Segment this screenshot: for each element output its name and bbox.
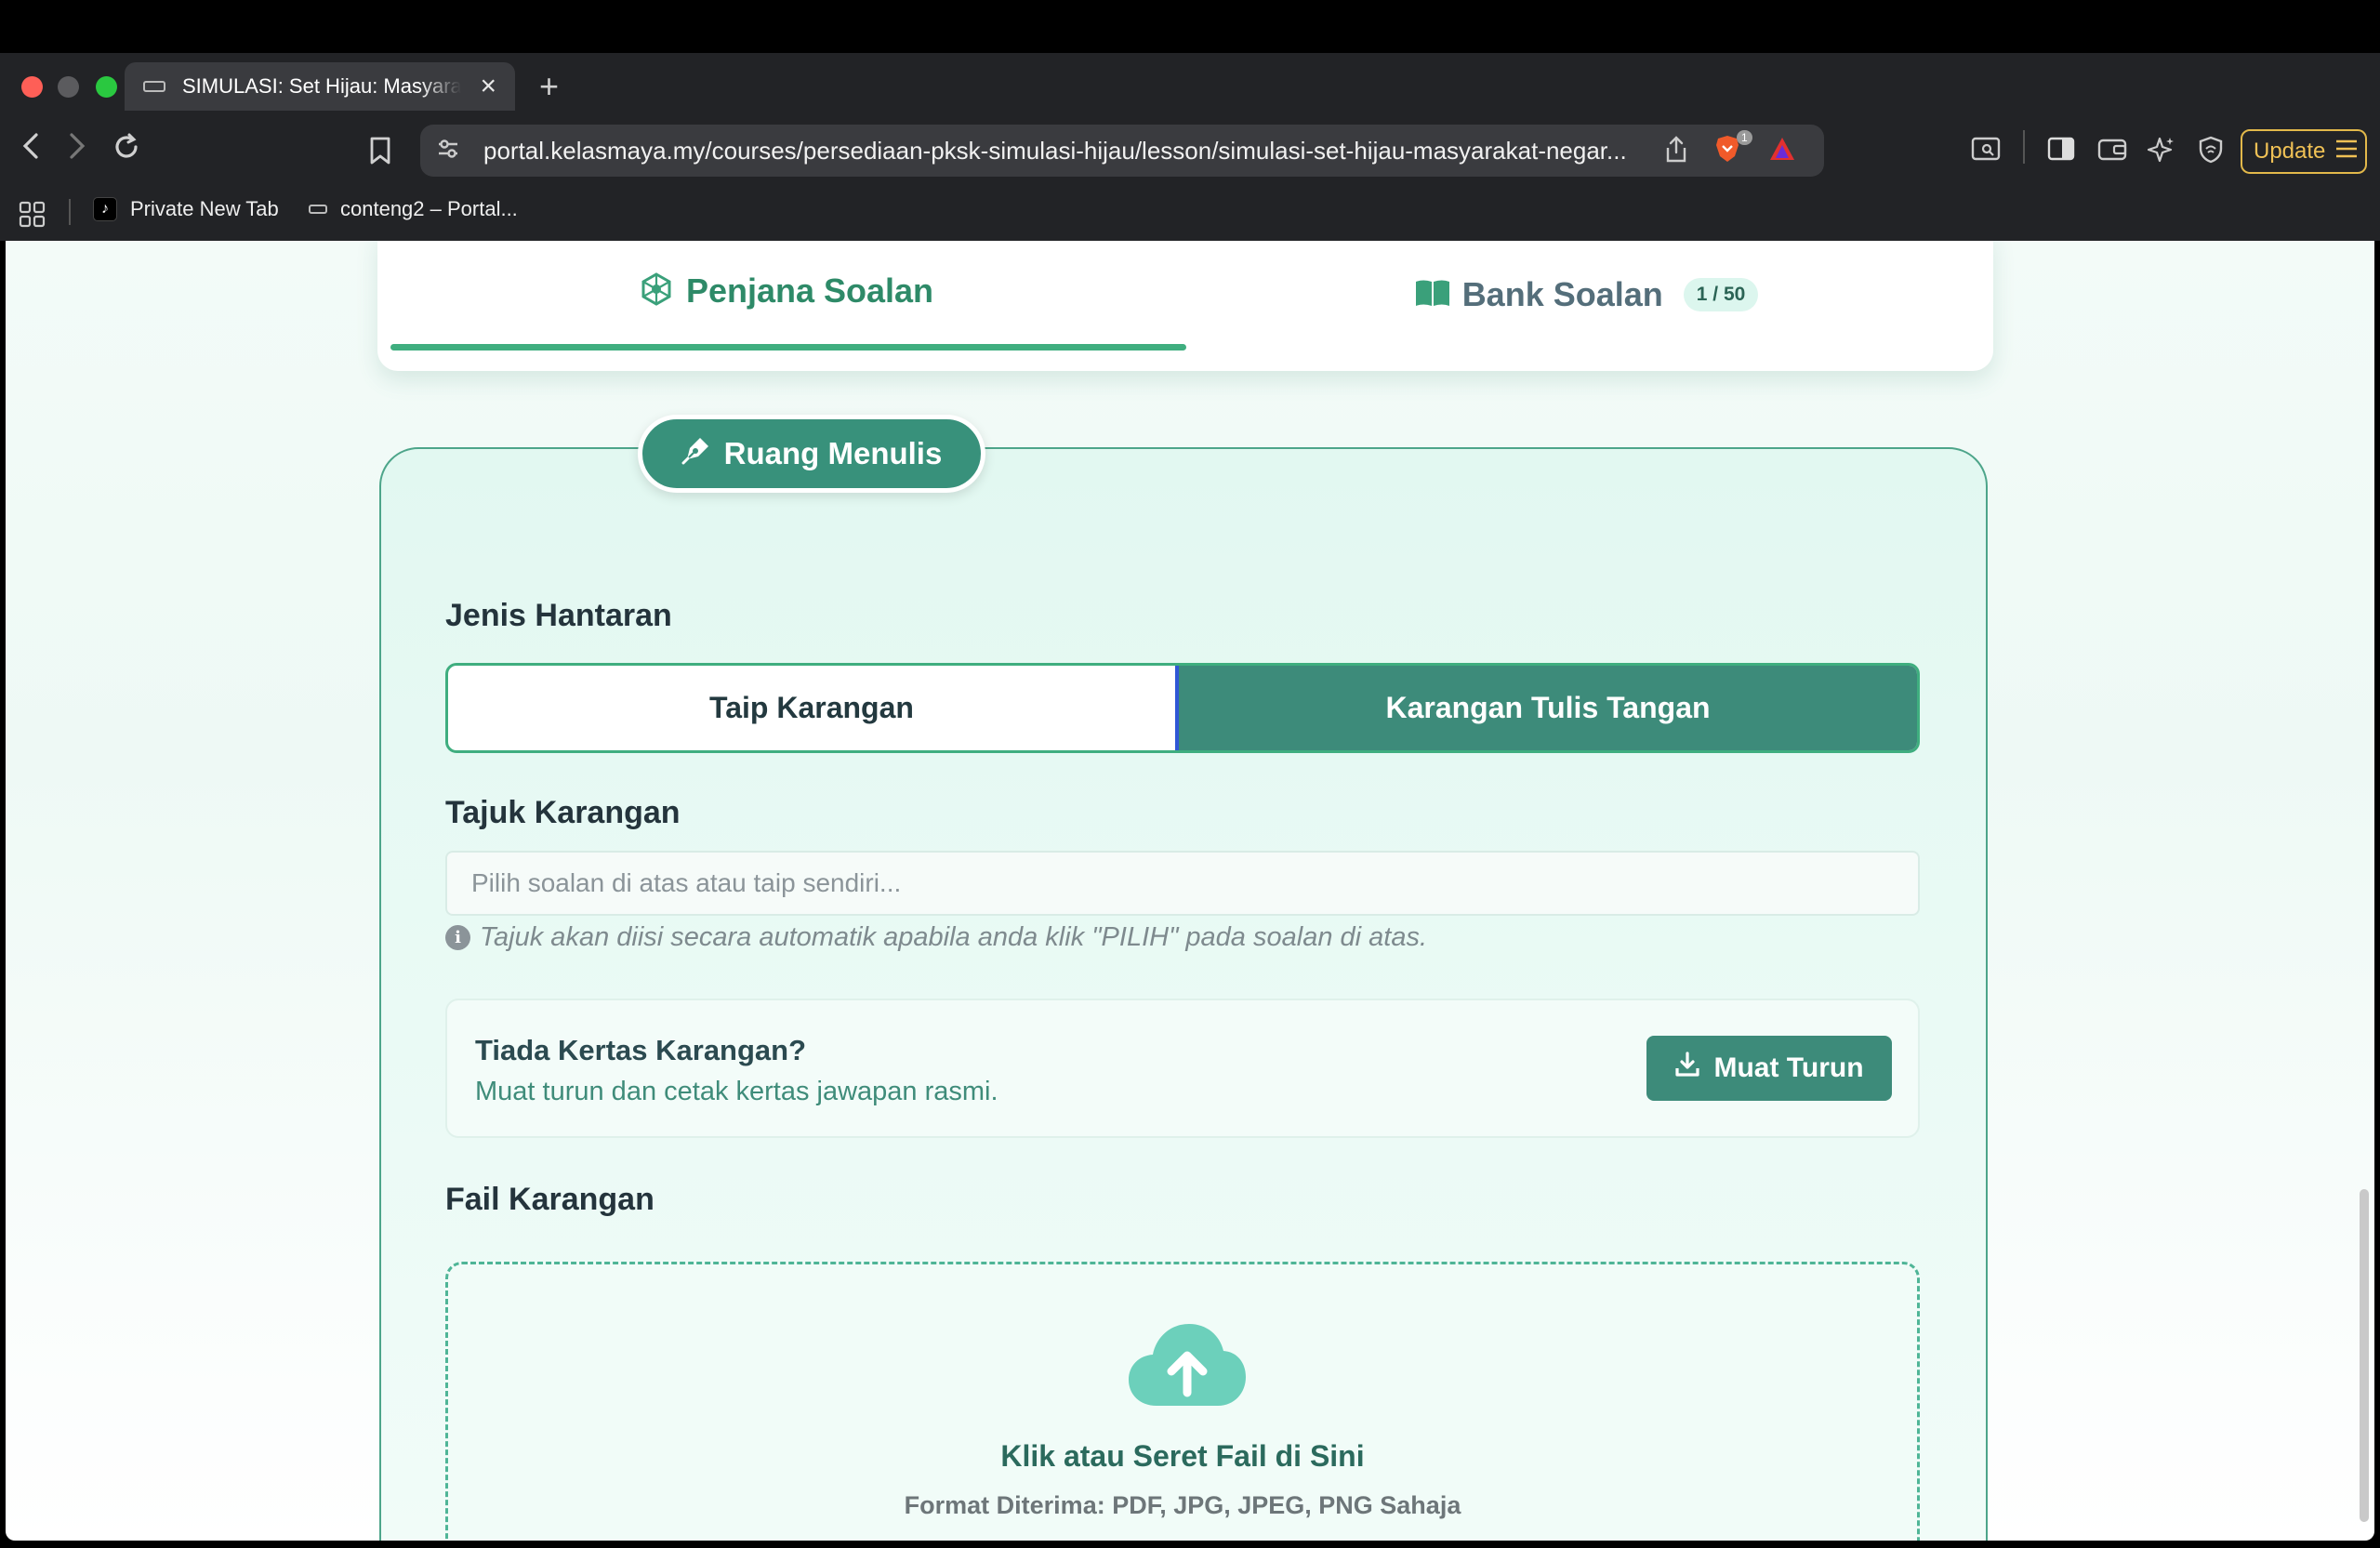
menu-bar-strip — [0, 0, 2380, 53]
url-text[interactable]: portal.kelasmaya.my/courses/persediaan-p… — [483, 137, 1646, 165]
forward-icon[interactable] — [67, 132, 87, 168]
question-count-badge: 1 / 50 — [1683, 278, 1759, 311]
address-bar[interactable]: portal.kelasmaya.my/courses/persediaan-p… — [420, 125, 1824, 177]
submission-type-toggle[interactable]: Taip Karangan Karangan Tulis Tangan — [445, 663, 1920, 753]
download-button-label: Muat Turun — [1713, 1052, 1864, 1083]
tab-close-icon[interactable]: × — [480, 73, 496, 100]
pen-nib-icon — [681, 435, 711, 472]
bookmark-label: Private New Tab — [130, 197, 279, 220]
toolbar-separator — [2023, 130, 2025, 164]
option-taip-karangan[interactable]: Taip Karangan — [448, 666, 1179, 750]
back-icon[interactable] — [20, 132, 41, 168]
kertas-title: Tiada Kertas Karangan? — [475, 1034, 807, 1066]
bookmark-label: conteng2 – Portal... — [340, 197, 518, 220]
tajuk-input[interactable] — [445, 851, 1920, 916]
menu-icon — [2334, 139, 2359, 165]
share-icon[interactable] — [1664, 136, 1688, 168]
tab-title: SIMULASI: Set Hijau: Masyarakat — [182, 74, 461, 98]
new-tab-button[interactable]: + — [539, 67, 559, 106]
brave-rewards-icon[interactable] — [1768, 136, 1796, 166]
download-button[interactable]: Muat Turun — [1646, 1036, 1892, 1101]
question-tabs-card: Penjana Soalan Bank Soalan 1 / 50 — [377, 241, 1993, 371]
active-tab-indicator — [390, 344, 1186, 351]
wallet-icon[interactable] — [2097, 136, 2127, 166]
tajuk-karangan-label: Tajuk Karangan — [445, 795, 681, 830]
cloud-upload-icon — [1127, 1320, 1248, 1414]
update-label: Update — [2254, 139, 2326, 164]
bookmark-conteng2[interactable]: conteng2 – Portal... — [309, 197, 518, 221]
leo-ai-icon[interactable] — [2147, 136, 2175, 168]
tab-penjana-label: Penjana Soalan — [685, 271, 934, 310]
ruang-menulis-badge: Ruang Menulis — [638, 415, 985, 493]
atom-icon — [640, 271, 673, 311]
download-icon — [1674, 1052, 1700, 1085]
vpn-shield-icon[interactable] — [2198, 136, 2224, 168]
reader-mode-icon[interactable] — [1971, 136, 2001, 166]
bookmark-separator — [69, 199, 71, 225]
tajuk-hint-text: Tajuk akan diisi secara automatik apabil… — [480, 922, 1428, 952]
window-close-button[interactable] — [21, 76, 43, 98]
dropzone-title: Klik atau Seret Fail di Sini — [1000, 1439, 1365, 1473]
fail-karangan-label: Fail Karangan — [445, 1182, 654, 1217]
bookmark-favicon-icon — [309, 205, 327, 214]
kertas-subtitle: Muat turun dan cetak kertas jawapan rasm… — [475, 1077, 998, 1106]
tab-bank-soalan[interactable]: Bank Soalan 1 / 50 — [1186, 241, 1986, 358]
shields-count-badge: 1 — [1737, 130, 1752, 145]
window-bottom-edge — [0, 1541, 2380, 1548]
site-settings-icon[interactable] — [437, 139, 459, 164]
tab-bank-label: Bank Soalan — [1461, 275, 1663, 313]
tajuk-hint: i Tajuk akan diisi secara automatik apab… — [445, 922, 1427, 953]
sidebar-icon[interactable] — [2047, 136, 2075, 166]
window-minimize-button[interactable] — [58, 76, 79, 98]
tiktok-icon: ♪ — [93, 197, 117, 221]
apps-grid-icon[interactable] — [19, 201, 46, 233]
browser-tab-active[interactable]: SIMULASI: Set Hijau: Masyarakat × — [125, 62, 515, 111]
tab-penjana-soalan[interactable]: Penjana Soalan — [387, 241, 1186, 351]
page-scrollbar[interactable] — [2360, 1189, 2369, 1522]
bookmark-icon[interactable] — [368, 136, 392, 170]
panel-title: Ruang Menulis — [723, 436, 943, 470]
file-dropzone[interactable]: Klik atau Seret Fail di Sini Format Dite… — [445, 1262, 1920, 1541]
dropzone-formats: Format Diterima: PDF, JPG, JPEG, PNG Sah… — [904, 1491, 1461, 1519]
window-maximize-button[interactable] — [96, 76, 117, 98]
reload-icon[interactable] — [112, 132, 141, 170]
jenis-hantaran-label: Jenis Hantaran — [445, 598, 672, 633]
tab-favicon-icon — [143, 81, 165, 92]
page-viewport: Penjana Soalan Bank Soalan 1 / 50 Ruang … — [6, 241, 2374, 1541]
answer-paper-box: Tiada Kertas Karangan? Muat turun dan ce… — [445, 999, 1920, 1138]
update-button[interactable]: Update — [2241, 129, 2367, 174]
book-icon — [1414, 278, 1451, 312]
option-karangan-tulis-tangan[interactable]: Karangan Tulis Tangan — [1179, 666, 1917, 750]
info-icon: i — [445, 925, 470, 950]
bookmark-private-new-tab[interactable]: ♪ Private New Tab — [93, 197, 279, 221]
